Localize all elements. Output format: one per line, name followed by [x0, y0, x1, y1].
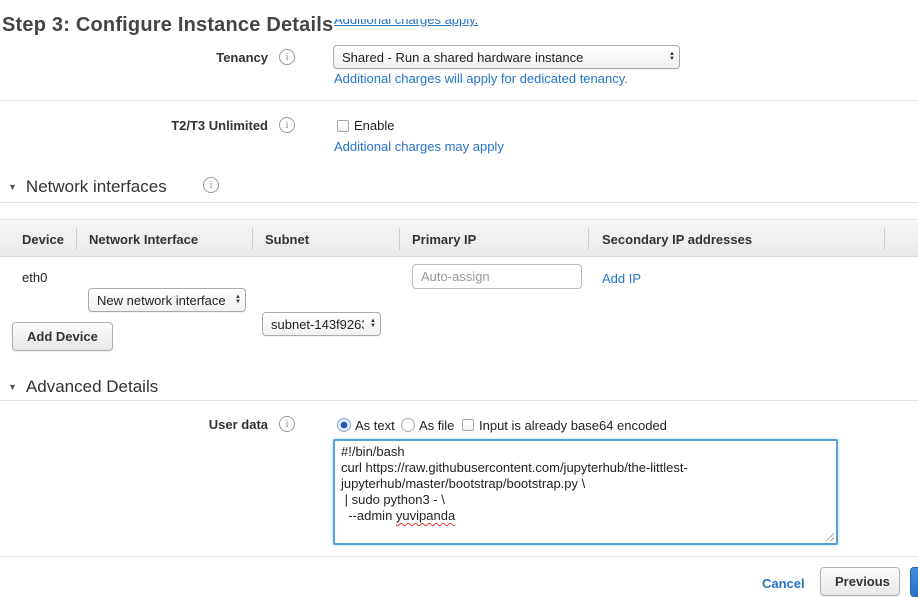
- column-header-secondary-ip: Secondary IP addresses: [602, 232, 752, 247]
- as-file-radio-label: As file: [419, 418, 454, 433]
- advanced-details-section-header[interactable]: ▼ Advanced Details: [8, 377, 158, 397]
- user-data-info-icon[interactable]: i: [279, 416, 295, 432]
- additional-charges-apply-link[interactable]: Additional charges apply.: [334, 19, 504, 27]
- as-file-radio[interactable]: [401, 418, 415, 432]
- divider: [0, 100, 918, 101]
- column-separator: [588, 228, 589, 250]
- base64-checkbox-label: Input is already base64 encoded: [479, 418, 667, 433]
- configure-instance-page: Step 3: Configure Instance Details Addit…: [0, 0, 918, 598]
- tenancy-select-value: Shared - Run a shared hardware instance: [342, 50, 583, 65]
- column-header-network-interface: Network Interface: [89, 232, 198, 247]
- subnet-select-value: subnet-143f9263: [271, 317, 364, 332]
- page-title: Step 3: Configure Instance Details: [2, 14, 333, 37]
- network-interfaces-section-header[interactable]: ▼ Network interfaces: [8, 177, 167, 197]
- subnet-select[interactable]: subnet-143f9263 ▲▼: [262, 312, 381, 336]
- tenancy-label: Tenancy: [0, 50, 268, 65]
- user-data-textarea[interactable]: #!/bin/bash curl https://raw.githubuserc…: [333, 439, 838, 545]
- enable-unlimited-checkbox[interactable]: [337, 120, 349, 132]
- network-interface-select-value: New network interface: [97, 293, 226, 308]
- disclosure-triangle-icon: ▼: [8, 382, 17, 392]
- column-separator: [399, 228, 400, 250]
- network-interfaces-title: Network interfaces: [26, 177, 167, 197]
- t2t3-unlimited-label: T2/T3 Unlimited: [0, 118, 268, 133]
- user-data-label: User data: [0, 417, 268, 432]
- section-rule: [0, 400, 918, 401]
- cancel-link[interactable]: Cancel: [762, 576, 805, 591]
- enable-checkbox-label: Enable: [354, 118, 394, 133]
- primary-ip-input[interactable]: [412, 264, 582, 289]
- column-separator: [252, 228, 253, 250]
- resize-handle[interactable]: [824, 531, 834, 541]
- column-header-primary-ip: Primary IP: [412, 232, 476, 247]
- user-data-text: #!/bin/bash curl https://raw.githubuserc…: [341, 444, 830, 524]
- network-interface-select[interactable]: New network interface ▲▼: [88, 288, 246, 312]
- as-text-radio-label: As text: [355, 418, 395, 433]
- disclosure-triangle-icon: ▼: [8, 182, 17, 192]
- select-arrows-icon: ▲▼: [669, 52, 675, 62]
- previous-button[interactable]: Previous: [820, 567, 900, 596]
- column-separator: [884, 228, 885, 250]
- advanced-details-title: Advanced Details: [26, 377, 158, 397]
- add-ip-link[interactable]: Add IP: [602, 271, 641, 286]
- network-interfaces-info-icon[interactable]: i: [203, 177, 219, 193]
- tenancy-select[interactable]: Shared - Run a shared hardware instance …: [333, 45, 680, 69]
- t2t3-info-icon[interactable]: i: [279, 117, 295, 133]
- base64-checkbox[interactable]: [462, 419, 474, 431]
- next-button-fragment[interactable]: [910, 567, 918, 597]
- clipped-additional-charges-link-wrap: Additional charges apply.: [334, 19, 504, 31]
- device-cell: eth0: [22, 270, 47, 285]
- column-header-device: Device: [22, 232, 64, 247]
- as-text-radio[interactable]: [337, 418, 351, 432]
- column-separator: [76, 228, 77, 250]
- select-arrows-icon: ▲▼: [235, 295, 241, 305]
- footer-divider: [0, 556, 918, 557]
- select-arrows-icon: ▲▼: [370, 319, 376, 329]
- column-header-subnet: Subnet: [265, 232, 309, 247]
- section-rule: [0, 202, 918, 203]
- tenancy-info-icon[interactable]: i: [279, 49, 295, 65]
- network-interfaces-table-header: Device Network Interface Subnet Primary …: [0, 219, 918, 257]
- add-device-button[interactable]: Add Device: [12, 322, 113, 351]
- t2t3-charges-link[interactable]: Additional charges may apply: [334, 139, 504, 154]
- tenancy-charges-link[interactable]: Additional charges will apply for dedica…: [334, 71, 628, 86]
